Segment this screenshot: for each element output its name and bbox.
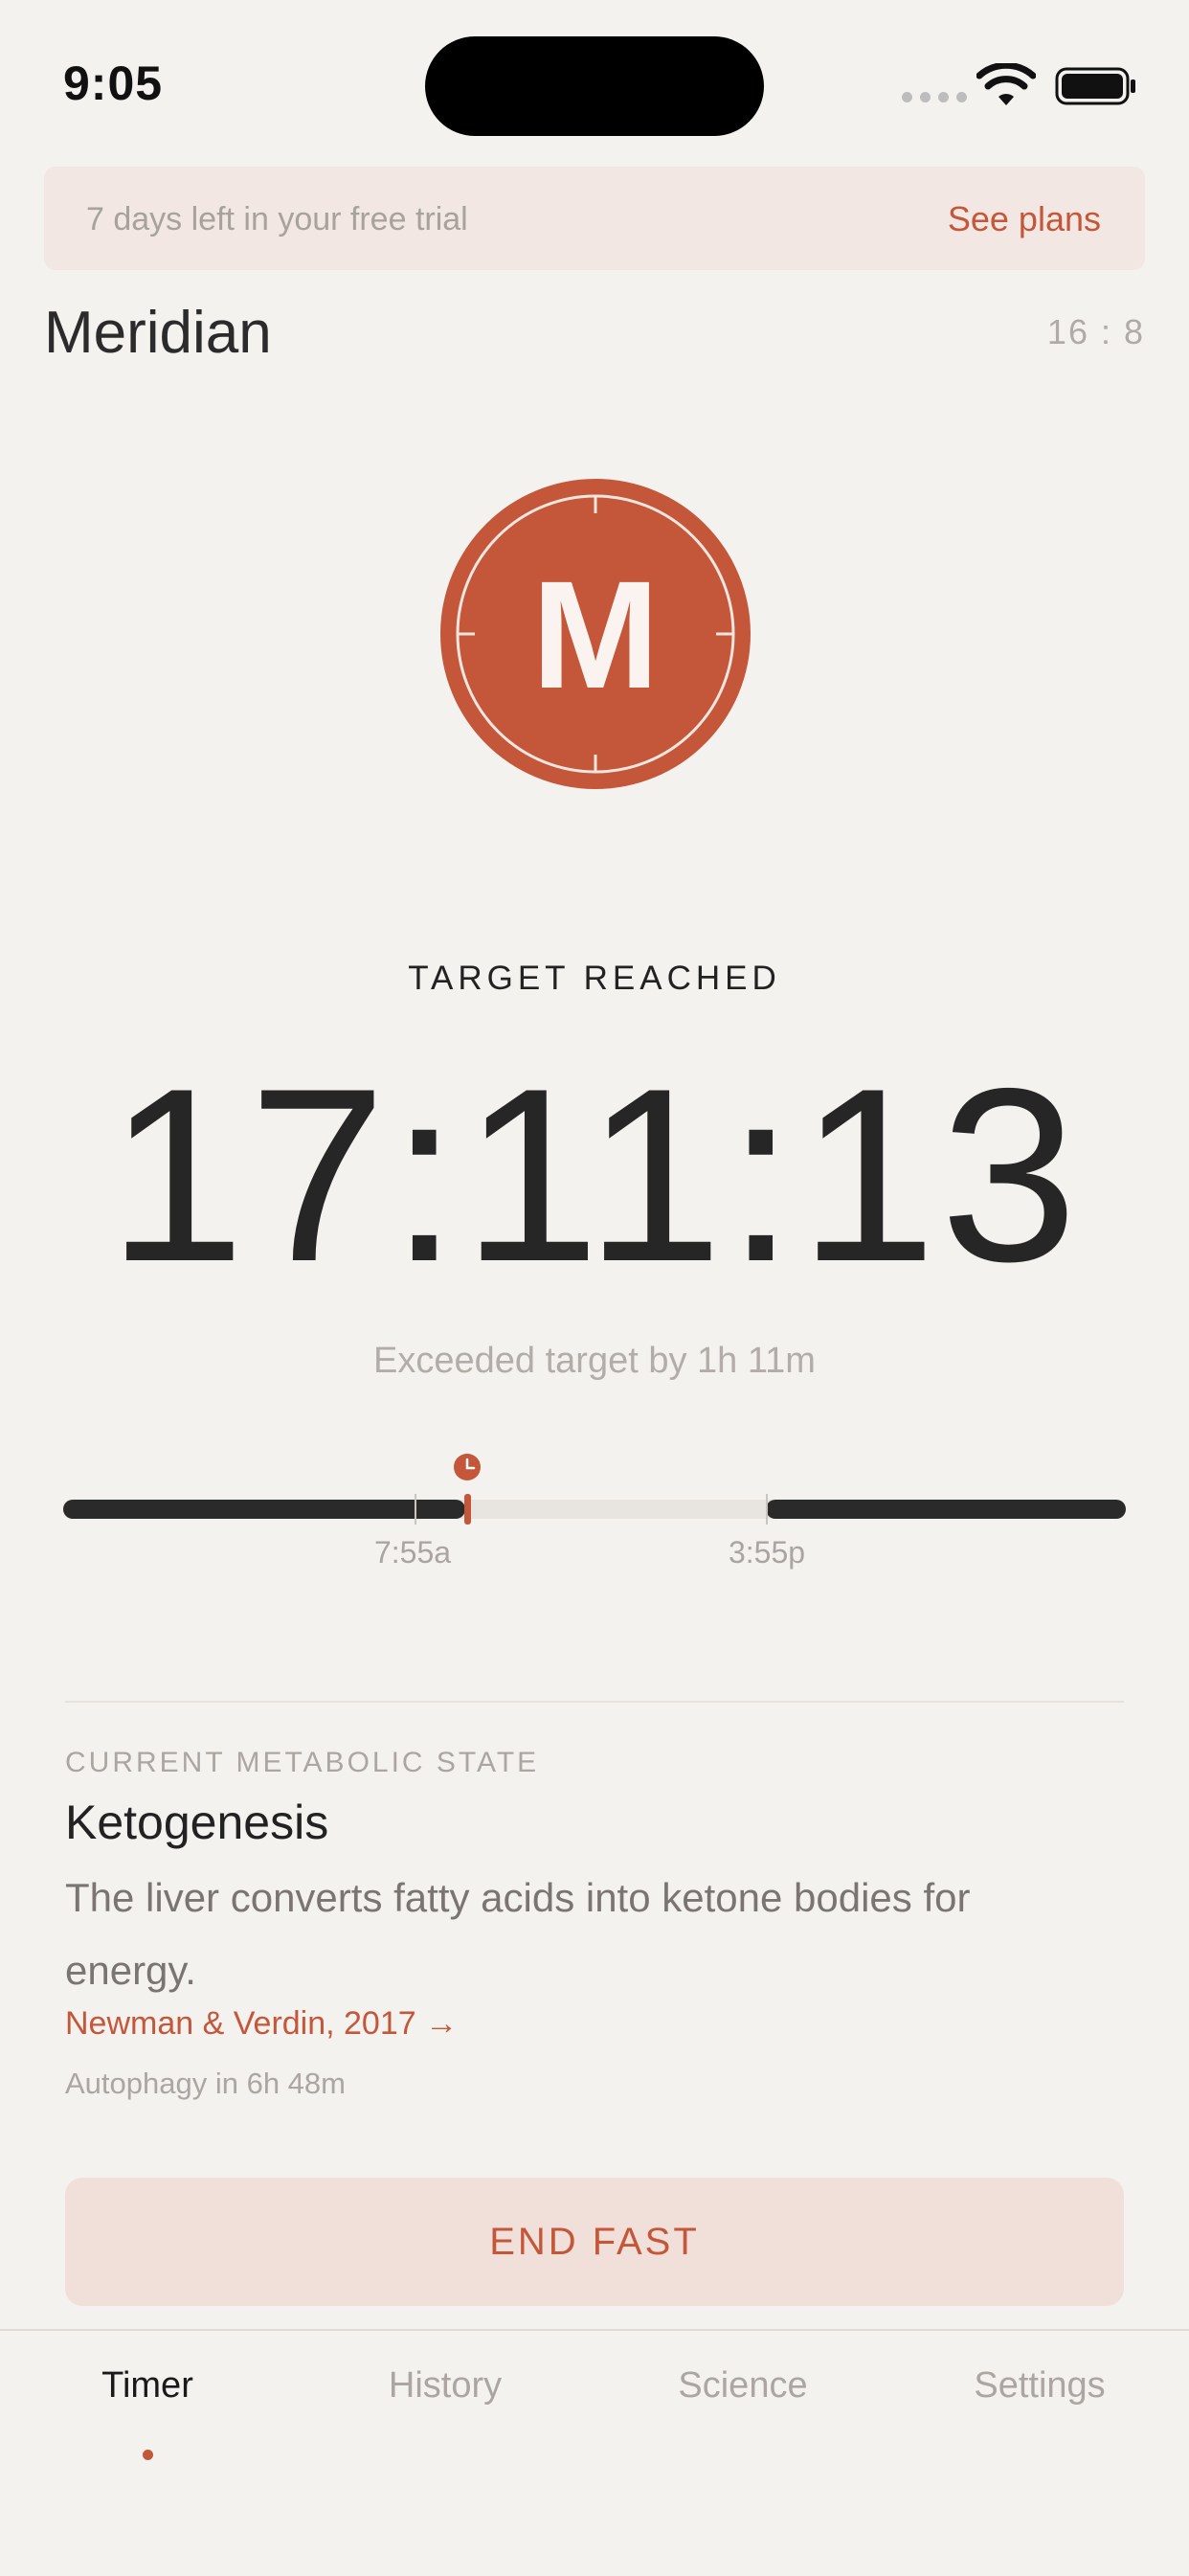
tab-settings[interactable]: Settings — [925, 2365, 1155, 2407]
end-fast-button[interactable]: END FAST — [65, 2178, 1124, 2306]
elapsed-timer: 17:11:13 — [107, 1036, 1082, 1313]
wifi-icon — [976, 63, 1036, 105]
citation-link[interactable]: Newman & Verdin, 2017 → — [65, 2005, 458, 2043]
battery-icon — [1055, 67, 1135, 105]
tab-timer[interactable]: Timer — [33, 2365, 262, 2460]
metabolic-state-name: Ketogenesis — [65, 1796, 329, 1849]
timeline-next-fast-segment — [766, 1500, 1126, 1519]
app-title: Meridian — [44, 300, 272, 366]
active-tab-indicator — [143, 2450, 153, 2460]
metabolic-state-label: CURRENT METABOLIC STATE — [65, 1747, 540, 1778]
tab-bar: Timer History Science Settings — [0, 2329, 1189, 2576]
tab-history[interactable]: History — [330, 2365, 560, 2407]
tab-label: Science — [678, 2365, 808, 2406]
tab-label: Timer — [101, 2365, 193, 2406]
tab-label: History — [388, 2365, 503, 2406]
fast-state-title: TARGET REACHED — [408, 960, 781, 997]
tab-label: Settings — [974, 2365, 1106, 2406]
cellular-signal-icon — [902, 92, 967, 102]
status-time: 9:05 — [63, 56, 164, 110]
section-divider — [65, 1701, 1124, 1703]
next-state-text: Autophagy in 6h 48m — [65, 2067, 346, 2100]
timeline-now-marker — [464, 1494, 471, 1525]
dynamic-island — [425, 36, 764, 136]
exceeded-text: Exceeded target by 1h 11m — [373, 1341, 816, 1381]
metabolic-state-description: The liver converts fatty acids into keto… — [65, 1875, 971, 1993]
timeline-start-label: 7:55a — [374, 1535, 451, 1570]
fasting-timeline: 7:55a 3:55p — [63, 1454, 1126, 1570]
tab-science[interactable]: Science — [628, 2365, 858, 2407]
timeline-end-label: 3:55p — [729, 1535, 805, 1570]
meridian-logo: M — [440, 479, 751, 789]
trial-banner: 7 days left in your free trial See plans — [44, 167, 1145, 270]
now-clock-icon — [454, 1454, 481, 1480]
see-plans-link[interactable]: See plans — [948, 199, 1101, 239]
timeline-fasting-segment — [63, 1500, 465, 1519]
trial-text: 7 days left in your free trial — [86, 201, 468, 237]
logo-letter: M — [531, 549, 659, 720]
fasting-ratio-button[interactable]: 16 : 8 — [1047, 312, 1145, 352]
